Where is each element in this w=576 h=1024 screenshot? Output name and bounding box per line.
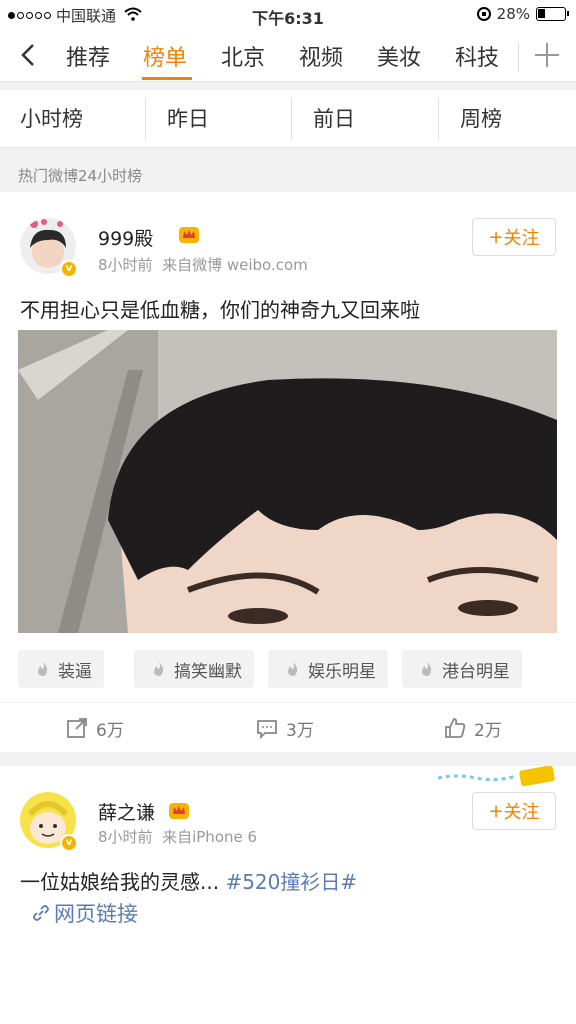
vip-crown-icon bbox=[169, 803, 189, 819]
status-bar: 中国联通 下午6:31 28% bbox=[0, 0, 576, 30]
verified-badge: v bbox=[60, 260, 78, 278]
tab-recommend[interactable]: 推荐 bbox=[66, 40, 110, 72]
follow-button[interactable]: + 关注 bbox=[472, 218, 556, 256]
post-meta: 8小时前 来自微博 weibo.com bbox=[98, 254, 308, 275]
status-left: 中国联通 bbox=[8, 5, 142, 26]
topic-label: 港台明星 bbox=[442, 661, 510, 682]
carrier-label: 中国联通 bbox=[56, 7, 117, 25]
verified-badge: v bbox=[60, 834, 78, 852]
post-body: 一位姑娘给我的灵感... bbox=[20, 870, 220, 894]
battery-icon bbox=[536, 7, 569, 21]
post-username[interactable]: 999殿 bbox=[98, 224, 153, 251]
battery-percent: 28% bbox=[496, 5, 530, 23]
link-label: 网页链接 bbox=[54, 902, 138, 926]
vip-crown-icon bbox=[179, 227, 199, 243]
post-source: 来自iPhone 6 bbox=[162, 828, 258, 846]
post-card[interactable]: v 薛之谦 8小时前 来自iPhone 6 + 关注 一位姑娘给我的灵感... #… bbox=[0, 766, 576, 1024]
subtab-hourly[interactable]: 小时榜 bbox=[20, 90, 83, 148]
card-decoration bbox=[437, 766, 555, 787]
subtab-day-before[interactable]: 前日 bbox=[313, 90, 355, 148]
post-card[interactable]: v 999殿 8小时前 来自微博 weibo.com + 关注 不用担心只是低血糖… bbox=[0, 192, 576, 752]
topic-chip[interactable]: 装逼 bbox=[18, 650, 104, 688]
topic-chip[interactable]: 娱乐明星 bbox=[268, 650, 388, 688]
tab-beauty[interactable]: 美妆 bbox=[377, 40, 421, 72]
comment-button[interactable]: 3万 bbox=[256, 703, 314, 753]
post-source: 来自微博 weibo.com bbox=[162, 256, 308, 274]
tab-video[interactable]: 视频 bbox=[299, 40, 343, 72]
topic-chip[interactable]: 港台明星 bbox=[402, 650, 522, 688]
thumbs-up-icon bbox=[445, 718, 466, 738]
follow-label: 关注 bbox=[503, 802, 540, 823]
add-channel-button[interactable] bbox=[530, 38, 564, 72]
repost-icon bbox=[67, 718, 87, 738]
repost-button[interactable]: 6万 bbox=[66, 703, 124, 753]
post-username[interactable]: 薛之谦 bbox=[98, 798, 155, 825]
like-count: 2万 bbox=[474, 720, 502, 741]
link-icon bbox=[33, 905, 49, 921]
subtab-divider bbox=[291, 98, 292, 140]
post-time: 8小时前 bbox=[98, 256, 153, 274]
follow-label: 关注 bbox=[503, 228, 540, 249]
post-action-bar: 6万 3万 2万 bbox=[0, 702, 576, 752]
tab-tech[interactable]: 科技 bbox=[455, 40, 499, 72]
post-text: 一位姑娘给我的灵感... #520撞衫日# bbox=[20, 866, 357, 895]
post-time: 8小时前 bbox=[98, 828, 153, 846]
topic-label: 搞笑幽默 bbox=[174, 661, 242, 682]
status-right: 28% bbox=[476, 5, 569, 23]
subtab-divider bbox=[438, 98, 439, 140]
tab-beijing[interactable]: 北京 bbox=[221, 40, 265, 72]
subtab-weekly[interactable]: 周榜 bbox=[460, 90, 502, 148]
flame-icon bbox=[288, 662, 298, 676]
comment-icon bbox=[257, 720, 277, 739]
flame-icon bbox=[154, 662, 164, 676]
hashtag-link[interactable]: #520撞衫日# bbox=[225, 870, 357, 894]
section-label: 热门微博24小时榜 bbox=[18, 167, 143, 185]
flame-icon bbox=[38, 662, 48, 676]
plus-icon bbox=[535, 43, 559, 67]
plus-icon: + bbox=[488, 226, 504, 248]
chevron-left-icon bbox=[21, 44, 34, 66]
post-meta: 8小时前 来自iPhone 6 bbox=[98, 826, 257, 847]
post-text: 不用担心只是低血糖，你们的神奇九又回来啦 bbox=[20, 298, 420, 322]
topic-label: 装逼 bbox=[58, 661, 92, 682]
subtab-divider bbox=[145, 98, 146, 140]
web-link[interactable]: 网页链接 bbox=[32, 898, 138, 928]
like-button[interactable]: 2万 bbox=[444, 703, 502, 753]
signal-strength-icon bbox=[8, 12, 51, 19]
nav-divider bbox=[518, 42, 519, 72]
flame-icon bbox=[422, 662, 432, 676]
comment-count: 3万 bbox=[286, 720, 314, 741]
wifi-icon bbox=[124, 7, 142, 25]
follow-button[interactable]: + 关注 bbox=[472, 792, 556, 830]
rotation-lock-icon bbox=[476, 7, 491, 21]
topic-chip[interactable]: 搞笑幽默 bbox=[134, 650, 254, 688]
subtab-yesterday[interactable]: 昨日 bbox=[167, 90, 209, 148]
repost-count: 6万 bbox=[96, 720, 124, 741]
top-nav: 推荐 榜单 北京 视频 美妆 科技 bbox=[0, 30, 576, 82]
battery-fill bbox=[538, 9, 545, 18]
topic-label: 娱乐明星 bbox=[308, 661, 376, 682]
post-image[interactable] bbox=[18, 330, 557, 633]
back-button[interactable] bbox=[14, 40, 44, 70]
plus-icon: + bbox=[488, 800, 504, 822]
ranking-subtabs: 小时榜 昨日 前日 周榜 bbox=[0, 90, 576, 148]
active-tab-indicator bbox=[142, 77, 192, 80]
tab-rankings[interactable]: 榜单 bbox=[143, 40, 187, 72]
